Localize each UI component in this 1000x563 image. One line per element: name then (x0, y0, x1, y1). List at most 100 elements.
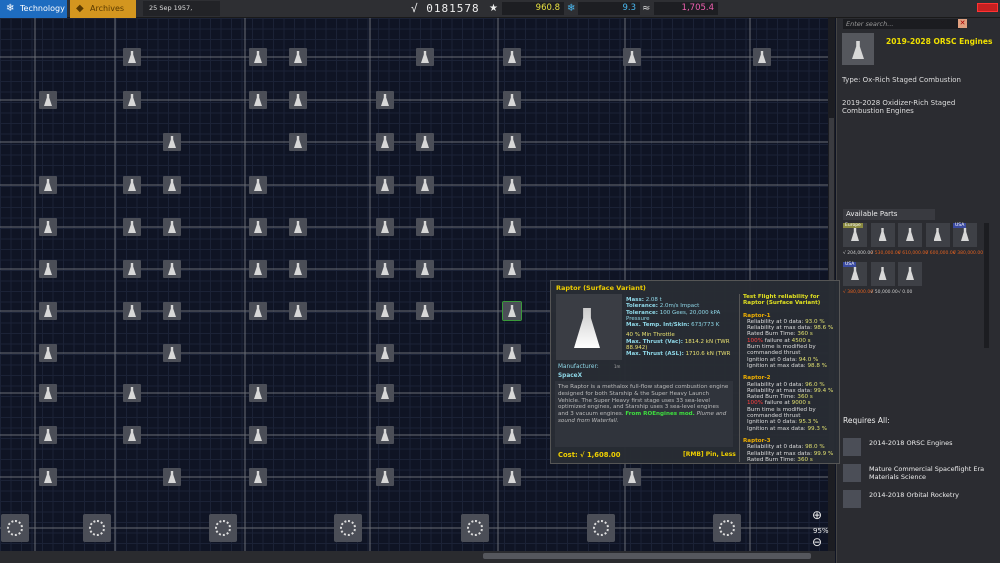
tech-node[interactable] (416, 176, 434, 194)
tech-node[interactable] (123, 48, 141, 66)
tech-node[interactable] (163, 302, 181, 320)
clear-search-button[interactable]: ✕ (958, 19, 967, 28)
tech-node[interactable] (416, 302, 434, 320)
tech-node[interactable] (289, 260, 307, 278)
tech-node[interactable] (623, 48, 641, 66)
tech-node[interactable] (123, 176, 141, 194)
tech-node[interactable] (289, 91, 307, 109)
tech-node[interactable] (39, 176, 57, 194)
available-part[interactable]: USA (843, 262, 867, 286)
parts-scrollbar[interactable] (984, 223, 989, 348)
tech-node[interactable] (249, 260, 267, 278)
available-part[interactable] (870, 262, 895, 286)
tech-node[interactable] (376, 91, 394, 109)
tech-node[interactable] (416, 218, 434, 236)
tech-node[interactable] (249, 218, 267, 236)
available-part[interactable] (898, 223, 922, 247)
tech-node[interactable] (39, 260, 57, 278)
tech-node[interactable] (163, 218, 181, 236)
available-part[interactable] (925, 223, 950, 247)
science-ring-icon (7, 520, 23, 536)
tech-node[interactable] (123, 302, 141, 320)
tech-node-science[interactable] (461, 514, 489, 542)
tech-node[interactable] (503, 48, 521, 66)
tech-node[interactable] (503, 260, 521, 278)
zoom-out-icon[interactable]: ⊖ (812, 535, 822, 549)
available-part[interactable]: USA (953, 223, 977, 247)
tech-node[interactable] (39, 344, 57, 362)
tech-node-science[interactable] (713, 514, 741, 542)
part-icon (128, 51, 136, 63)
tech-node[interactable] (376, 218, 394, 236)
tab-archives[interactable]: ◆ Archives (70, 0, 136, 18)
tech-node[interactable] (123, 426, 141, 444)
tech-node[interactable] (503, 468, 521, 486)
tech-node[interactable] (123, 91, 141, 109)
tech-node[interactable] (123, 218, 141, 236)
tech-node[interactable] (163, 344, 181, 362)
tech-node[interactable] (123, 260, 141, 278)
tech-node[interactable] (39, 384, 57, 402)
tech-node[interactable] (503, 91, 521, 109)
tech-node-science[interactable] (334, 514, 362, 542)
tech-node-science[interactable] (209, 514, 237, 542)
tech-node[interactable] (249, 384, 267, 402)
required-tech[interactable]: Mature Commercial Spaceflight Era Materi… (843, 464, 1000, 484)
tree-horizontal-scrollbar[interactable] (0, 551, 835, 563)
tech-node[interactable] (376, 133, 394, 151)
tech-node-science[interactable] (1, 514, 29, 542)
tech-node[interactable] (163, 260, 181, 278)
tech-node[interactable] (376, 302, 394, 320)
tech-node[interactable] (39, 218, 57, 236)
tech-node[interactable] (163, 176, 181, 194)
tab-technology[interactable]: ❄ Technology (0, 0, 67, 18)
tech-node[interactable] (502, 301, 522, 321)
available-part[interactable]: Europe (843, 223, 867, 247)
tech-node[interactable] (289, 133, 307, 151)
tech-node-science[interactable] (83, 514, 111, 542)
tech-node[interactable] (416, 133, 434, 151)
tech-node[interactable] (376, 468, 394, 486)
tech-node[interactable] (123, 384, 141, 402)
tech-node[interactable] (376, 426, 394, 444)
tech-node[interactable] (503, 384, 521, 402)
tech-node[interactable] (289, 302, 307, 320)
tech-node[interactable] (503, 218, 521, 236)
tech-node[interactable] (503, 426, 521, 444)
available-part[interactable] (870, 223, 895, 247)
tech-node[interactable] (163, 133, 181, 151)
tech-node[interactable] (39, 426, 57, 444)
tech-node[interactable] (39, 91, 57, 109)
tech-node[interactable] (249, 426, 267, 444)
tech-node[interactable] (416, 48, 434, 66)
tech-node[interactable] (376, 176, 394, 194)
tech-node[interactable] (249, 48, 267, 66)
tech-node[interactable] (39, 302, 57, 320)
tech-node[interactable] (503, 133, 521, 151)
tech-node[interactable] (376, 344, 394, 362)
zoom-in-icon[interactable]: ⊕ (812, 508, 822, 522)
tech-node[interactable] (249, 91, 267, 109)
search-input[interactable]: Enter search... (843, 19, 960, 29)
tech-node[interactable] (623, 468, 641, 486)
part-icon (961, 228, 969, 241)
required-tech[interactable]: 2014-2018 Orbital Rocketry (843, 490, 1000, 510)
tech-node[interactable] (376, 260, 394, 278)
tech-node[interactable] (249, 176, 267, 194)
tech-node-science[interactable] (587, 514, 615, 542)
tech-node[interactable] (163, 468, 181, 486)
window-controls-button[interactable] (977, 3, 998, 12)
required-tech[interactable]: 2014-2018 ORSC Engines (843, 438, 1000, 458)
tech-node[interactable] (289, 48, 307, 66)
tech-node[interactable] (503, 344, 521, 362)
tech-node[interactable] (416, 260, 434, 278)
tech-node[interactable] (39, 468, 57, 486)
tech-node[interactable] (289, 218, 307, 236)
scroll-thumb[interactable] (483, 553, 811, 559)
tech-node[interactable] (249, 302, 267, 320)
tech-node[interactable] (249, 468, 267, 486)
tech-node[interactable] (376, 384, 394, 402)
tech-node[interactable] (503, 176, 521, 194)
tech-node[interactable] (753, 48, 771, 66)
available-part[interactable] (898, 262, 922, 286)
